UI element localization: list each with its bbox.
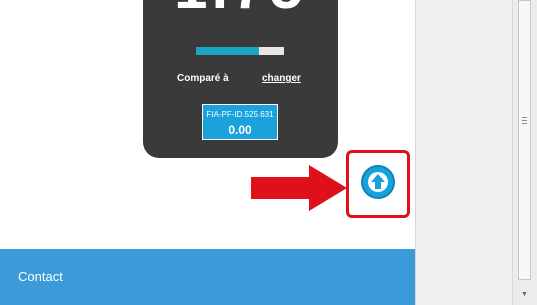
scroll-to-top-button[interactable]: [361, 165, 395, 199]
vertical-scrollbar[interactable]: ▼: [512, 0, 537, 305]
contact-link[interactable]: Contact: [18, 269, 63, 284]
progress-bar: [196, 47, 284, 55]
reference-box: FIA-PF-ID.525.631 0.00: [202, 104, 278, 140]
reference-value: 0.00: [228, 123, 252, 137]
red-arrow-icon: [251, 165, 347, 211]
grip-icon: [522, 117, 527, 125]
side-panel: [415, 0, 512, 305]
compare-label: Comparé à: [177, 73, 229, 84]
score-value: 1.75: [143, 0, 338, 18]
footer: Contact: [0, 249, 415, 305]
compare-row: Comparé à changer: [143, 73, 338, 87]
scrollbar-thumb[interactable]: [518, 0, 531, 280]
progress-fill: [196, 47, 260, 55]
arrow-up-circle-icon: [368, 172, 388, 192]
page-content: 1.75 Comparé à changer FIA-PF-ID.525.631…: [0, 0, 415, 305]
score-card: 1.75 Comparé à changer FIA-PF-ID.525.631…: [143, 0, 338, 158]
change-link[interactable]: changer: [262, 73, 301, 84]
scroll-down-arrow-icon[interactable]: ▼: [518, 287, 531, 303]
reference-id: FIA-PF-ID.525.631: [206, 110, 274, 119]
